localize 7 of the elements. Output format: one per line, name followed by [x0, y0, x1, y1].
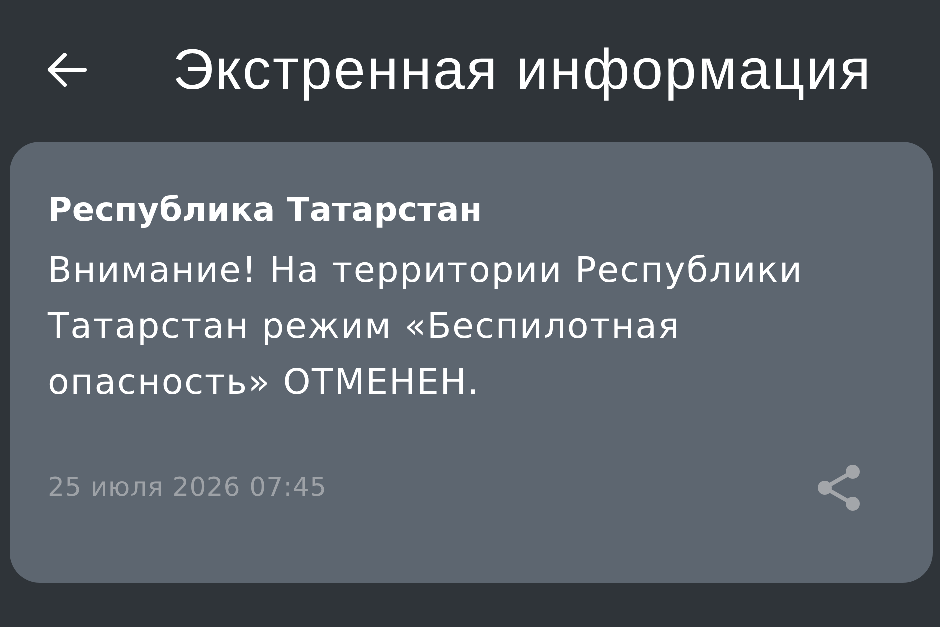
back-button[interactable] [46, 52, 88, 88]
share-icon [817, 464, 861, 512]
alert-date: 25 июля 2026 07:45 [48, 473, 328, 503]
alert-region: Республика Татарстан [48, 190, 482, 230]
alert-message: Внимание! На территории Республики Татарстан режим «Беспилотная опасность» ОТМЕНЕН. [48, 250, 804, 405]
screen-title: Экстренная информация [173, 36, 872, 104]
back-arrow-icon [47, 53, 87, 87]
